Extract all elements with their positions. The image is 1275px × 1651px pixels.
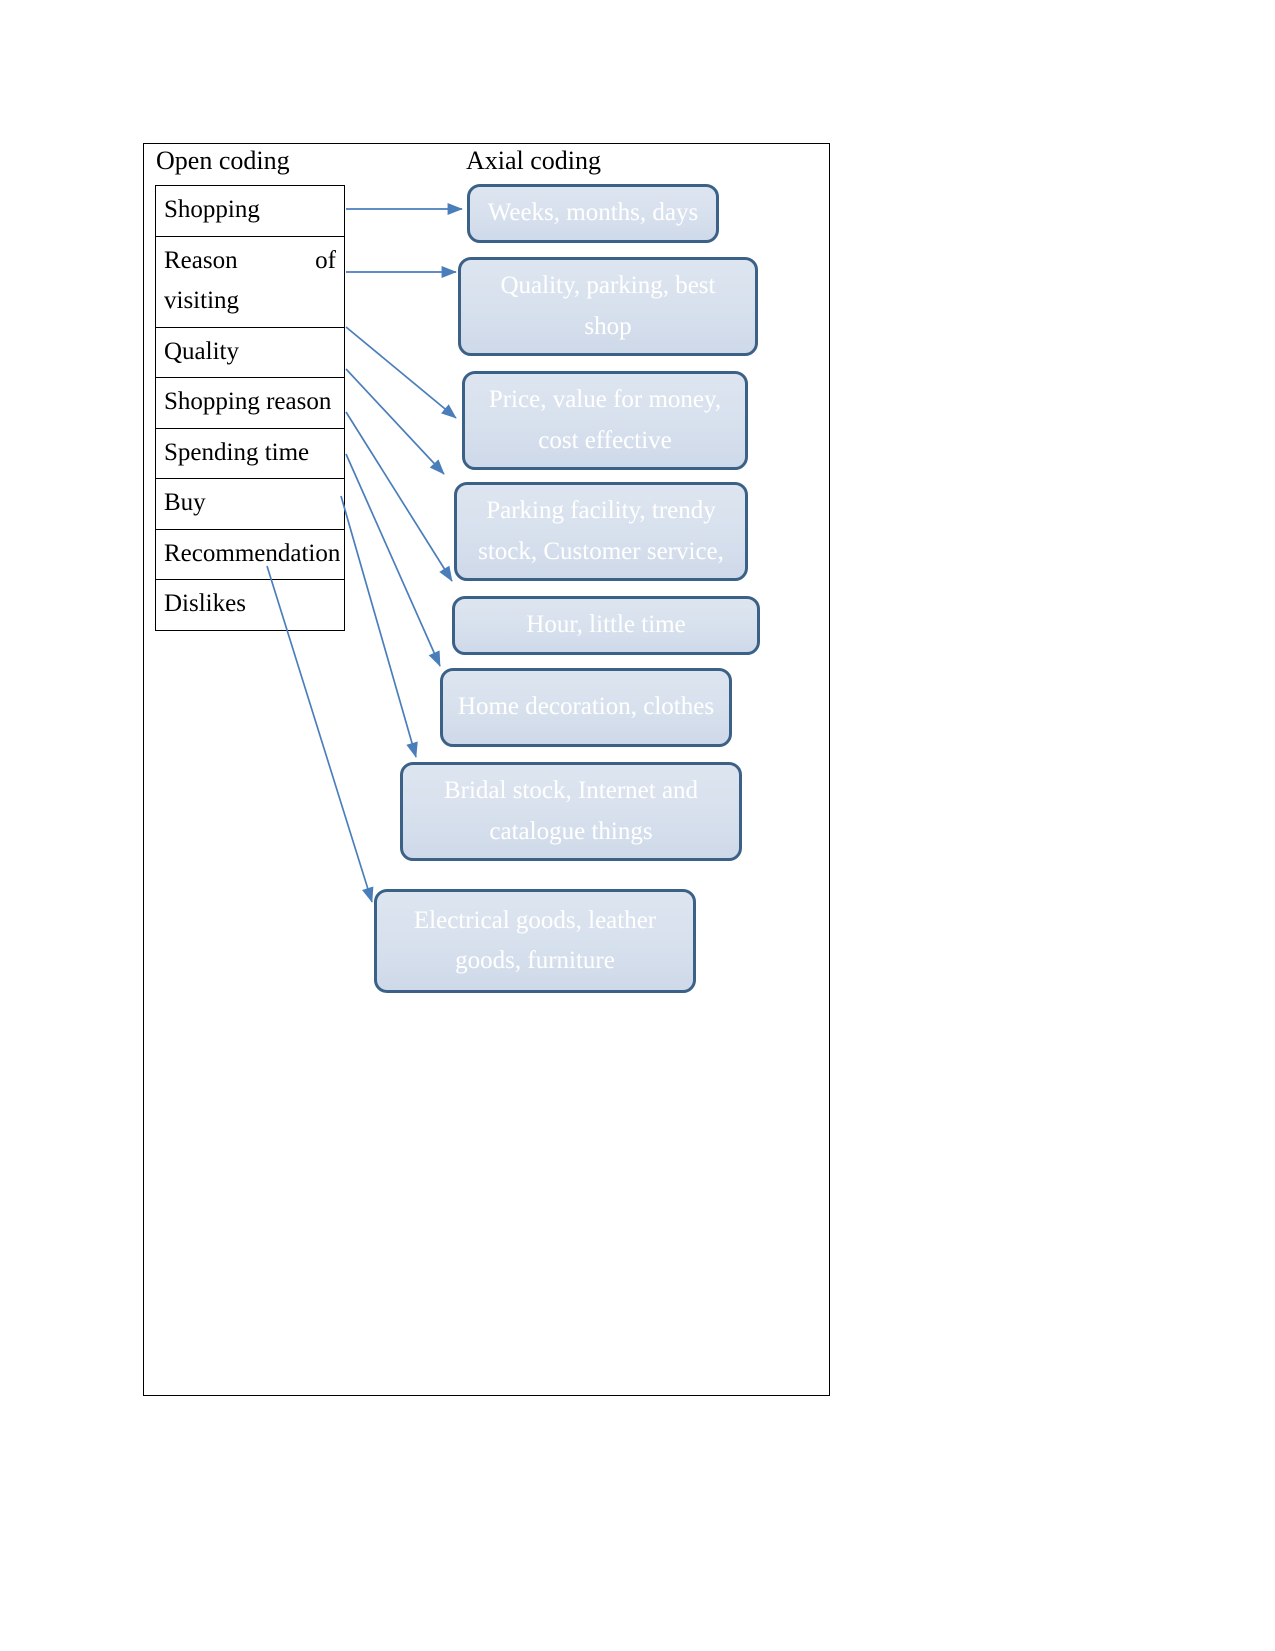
open-code-row-reason-of-visiting: Reason of visiting (156, 237, 344, 328)
axial-box-hour-little-time: Hour, little time (452, 596, 760, 655)
arrow-shopping-reason-to-parking (345, 368, 445, 475)
arrow-spending-time-to-hour (345, 411, 453, 582)
axial-box-price-value-cost-effective: Price, value for money, cost effective (462, 371, 748, 470)
figure-frame: Open coding Axial coding Shopping Reason… (143, 143, 830, 1396)
axial-box-electrical-leather-furniture: Electrical goods, leather goods, furnitu… (374, 889, 696, 993)
axial-box-parking-trendy-customer-service: Parking facility, trendy stock, Customer… (454, 482, 748, 581)
arrow-recommendation-to-bridal (340, 495, 418, 758)
arrow-buy-to-home-decoration (345, 453, 441, 667)
axial-box-bridal-internet-catalogue: Bridal stock, Internet and catalogue thi… (400, 762, 742, 861)
open-coding-table: Shopping Reason of visiting Quality Shop… (155, 185, 345, 631)
axial-box-home-decoration-clothes: Home decoration, clothes (440, 668, 732, 747)
open-code-row-spending-time: Spending time (156, 429, 344, 479)
open-code-row-buy: Buy (156, 479, 344, 530)
arrow-quality-to-price (345, 326, 457, 419)
open-code-row-shopping-reason: Shopping reason (156, 378, 344, 429)
open-code-row-dislikes: Dislikes (164, 590, 246, 617)
open-code-row-recommendation: Recommendation (156, 530, 344, 580)
axial-box-weeks-months-days: Weeks, months, days (467, 184, 719, 243)
open-code-row-quality: Quality (156, 328, 344, 378)
axial-box-quality-parking-best-shop: Quality, parking, best shop (458, 257, 758, 356)
open-code-row-shopping: Shopping (156, 186, 344, 237)
axial-coding-heading: Axial coding (466, 146, 602, 175)
open-coding-heading: Open coding (156, 146, 290, 175)
